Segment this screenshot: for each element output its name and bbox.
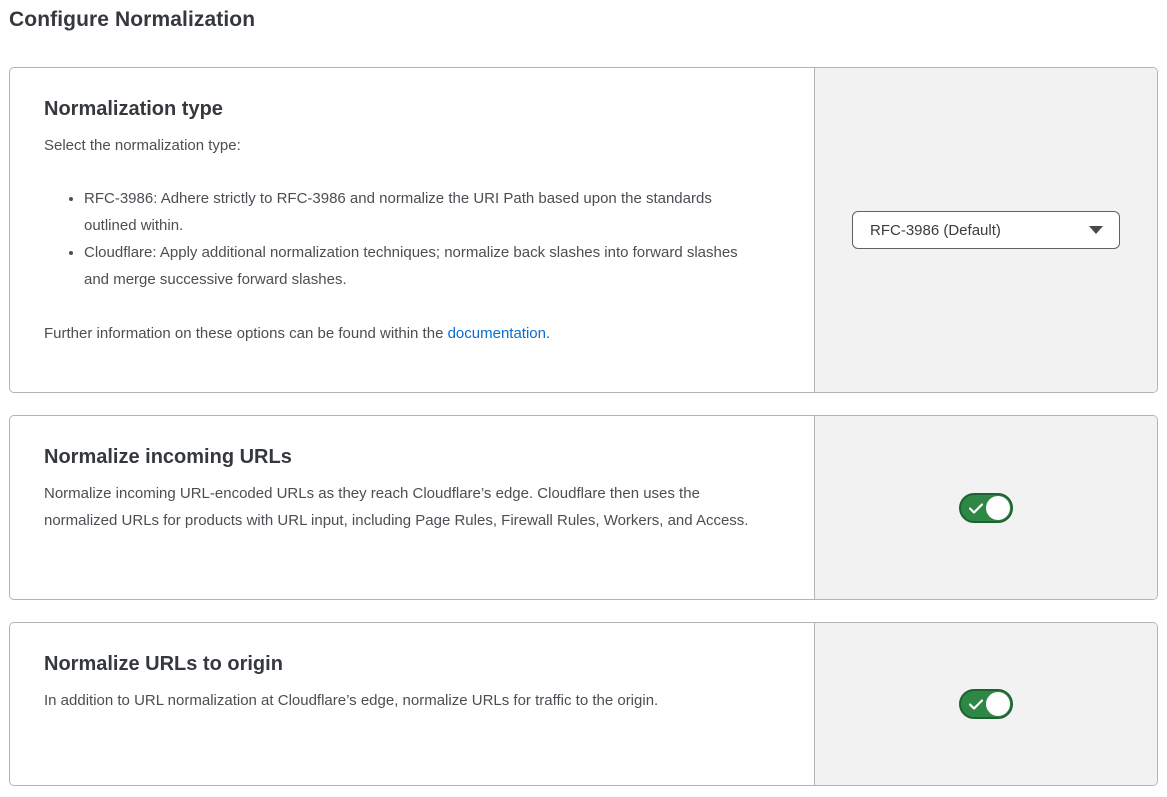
normalization-type-options-list: RFC-3986: Adhere strictly to RFC-3986 an…	[44, 185, 756, 293]
documentation-note-suffix: .	[546, 325, 550, 342]
card-normalization-type: Normalization type Select the normalizat…	[9, 67, 1158, 393]
normalization-type-subtitle: Select the normalization type:	[44, 132, 774, 159]
card-title-normalization-type: Normalization type	[44, 98, 774, 121]
normalize-incoming-urls-toggle[interactable]	[959, 493, 1013, 523]
documentation-link[interactable]: documentation	[448, 325, 546, 342]
normalize-urls-to-origin-description: In addition to URL normalization at Clou…	[44, 687, 736, 714]
check-icon	[969, 503, 983, 514]
list-item-cloudflare: Cloudflare: Apply additional normalizati…	[84, 239, 756, 293]
card-normalize-urls-to-origin-control-panel	[814, 623, 1157, 785]
card-normalization-type-content: Normalization type Select the normalizat…	[10, 68, 814, 392]
card-normalization-type-control-panel: RFC-3986 (Default)	[814, 68, 1157, 392]
configure-normalization-page: Configure Normalization Normalization ty…	[0, 0, 1167, 795]
card-normalize-urls-to-origin: Normalize URLs to origin In addition to …	[9, 622, 1158, 786]
normalize-urls-to-origin-toggle[interactable]	[959, 689, 1013, 719]
card-title-normalize-urls-to-origin: Normalize URLs to origin	[44, 653, 774, 676]
card-title-normalize-incoming-urls: Normalize incoming URLs	[44, 446, 774, 469]
normalize-incoming-urls-description: Normalize incoming URL-encoded URLs as t…	[44, 480, 770, 534]
card-normalize-incoming-urls: Normalize incoming URLs Normalize incomi…	[9, 415, 1158, 600]
documentation-note: Further information on these options can…	[44, 320, 764, 347]
normalization-type-select[interactable]: RFC-3986 (Default)	[852, 211, 1120, 249]
normalization-type-select-value: RFC-3986 (Default)	[870, 222, 1001, 239]
documentation-note-prefix: Further information on these options can…	[44, 325, 448, 342]
card-normalize-incoming-urls-control-panel	[814, 416, 1157, 599]
chevron-down-icon	[1089, 226, 1103, 234]
card-normalize-incoming-urls-content: Normalize incoming URLs Normalize incomi…	[10, 416, 814, 599]
page-title: Configure Normalization	[9, 8, 1158, 32]
list-item-rfc-3986: RFC-3986: Adhere strictly to RFC-3986 an…	[84, 185, 756, 239]
check-icon	[969, 699, 983, 710]
toggle-knob	[986, 496, 1010, 520]
toggle-knob	[986, 692, 1010, 716]
card-normalize-urls-to-origin-content: Normalize URLs to origin In addition to …	[10, 623, 814, 785]
